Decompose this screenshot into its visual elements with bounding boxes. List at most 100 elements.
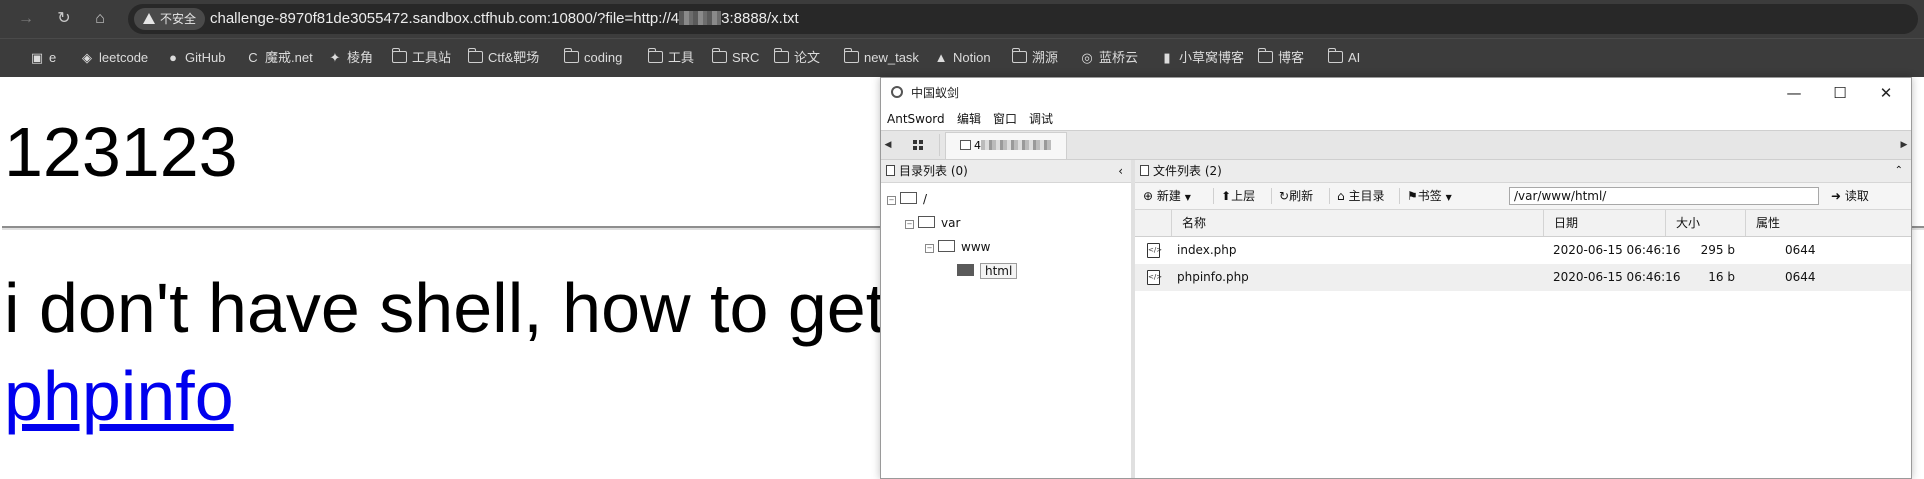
- tab-bar: ◀ 4 ▶: [881, 130, 1911, 160]
- window-titlebar[interactable]: 中国蚁剑 — ☐ ✕: [881, 78, 1911, 108]
- folder-icon: [1011, 48, 1027, 63]
- file-size: 295 b: [1700, 243, 1735, 257]
- collapse-icon[interactable]: −: [925, 244, 934, 253]
- folder-icon: [900, 192, 917, 204]
- maximize-icon[interactable]: ☐: [1817, 78, 1863, 108]
- c-icon: C: [248, 50, 258, 65]
- tab-scroll-left-icon[interactable]: ◀: [881, 131, 895, 159]
- folder-icon: [960, 140, 971, 150]
- file-grid-header: 名称 日期 大小 属性: [1135, 210, 1911, 237]
- collapse-icon[interactable]: −: [887, 196, 896, 205]
- cloud-icon: ◎: [1081, 50, 1093, 65]
- star-icon: ✦: [329, 50, 341, 65]
- list-icon: [886, 165, 895, 176]
- phpinfo-link[interactable]: phpinfo: [4, 356, 234, 436]
- minimize-icon[interactable]: —: [1771, 78, 1817, 108]
- redacted-ip: [679, 11, 722, 25]
- bookmark-item[interactable]: coding: [563, 39, 622, 76]
- new-button[interactable]: ⊕ 新建 ▼: [1143, 183, 1191, 211]
- file-list-icon: [1140, 165, 1149, 176]
- file-toolbar: ⊕ 新建 ▼ ⬆上层 ↻刷新 ⌂ 主目录 ⚑书签 ▼ ➜ 读取: [1135, 183, 1911, 210]
- folder-icon: [1257, 48, 1273, 63]
- folder-icon: [1327, 48, 1343, 63]
- bookmark-item[interactable]: ▮ 小草窝博客: [1160, 39, 1244, 76]
- bookmark-icon: ⚑: [1407, 189, 1418, 203]
- plus-circle-icon: ⊕: [1143, 189, 1154, 203]
- address-bar[interactable]: 不安全 challenge-8970f81de3055472.sandbox.c…: [128, 4, 1918, 34]
- column-size[interactable]: 大小: [1665, 210, 1745, 236]
- folder-icon: [843, 48, 859, 63]
- folder-icon: [918, 216, 935, 228]
- file-row[interactable]: </> index.php 2020-06-15 06:46:16 295 b …: [1135, 237, 1911, 264]
- redacted-host: [981, 140, 1051, 150]
- tab-host[interactable]: 4: [945, 132, 1067, 159]
- column-date[interactable]: 日期: [1543, 210, 1665, 236]
- file-perm: 0644: [1785, 243, 1816, 257]
- blog-icon: ▮: [1163, 50, 1171, 65]
- collapse-left-icon[interactable]: ‹: [1118, 160, 1123, 182]
- separator: [1399, 188, 1400, 204]
- bookmark-item[interactable]: 工具: [647, 39, 694, 76]
- tree-node-var[interactable]: − var: [905, 214, 960, 232]
- folder-icon: [938, 240, 955, 252]
- tab-scroll-right-icon[interactable]: ▶: [1897, 131, 1911, 159]
- bookmark-item[interactable]: AI: [1327, 39, 1360, 76]
- read-button[interactable]: ➜ 读取: [1831, 183, 1869, 209]
- up-button[interactable]: ⬆上层: [1221, 183, 1255, 209]
- column-name[interactable]: 名称: [1171, 210, 1543, 236]
- bookmark-item[interactable]: 溯源: [1011, 39, 1058, 76]
- bookmark-button[interactable]: ⚑书签 ▼: [1407, 183, 1452, 211]
- folder-icon: [647, 48, 663, 63]
- bookmark-item[interactable]: C 魔戒.net: [246, 39, 312, 76]
- app-icon: ▣: [30, 50, 44, 65]
- refresh-icon: ↻: [1279, 189, 1290, 203]
- window-title: 中国蚁剑: [911, 86, 960, 100]
- bookmark-item[interactable]: new_task: [843, 39, 919, 76]
- directory-pane-header: 目录列表 (0) ‹: [881, 160, 1131, 183]
- collapse-up-icon[interactable]: ⌃: [1895, 160, 1903, 182]
- bookmark-item[interactable]: 工具站: [391, 39, 451, 76]
- bookmark-item[interactable]: ▣ e: [30, 39, 56, 76]
- close-icon[interactable]: ✕: [1863, 78, 1909, 108]
- file-date: 2020-06-15 06:46:16: [1553, 270, 1681, 284]
- bookmark-item[interactable]: ✦ 棱角: [328, 39, 373, 76]
- column-perm[interactable]: 属性: [1745, 210, 1911, 236]
- menubar: AntSword 编辑 窗口 调试: [881, 108, 1911, 130]
- tab-home[interactable]: [899, 134, 940, 156]
- github-icon: ●: [169, 50, 177, 65]
- tree-node-www[interactable]: − www: [925, 238, 990, 256]
- reload-icon[interactable]: ↻: [52, 7, 76, 31]
- folder-icon: [773, 48, 789, 63]
- menu-debug[interactable]: 调试: [1029, 108, 1053, 130]
- security-chip[interactable]: 不安全: [134, 8, 206, 30]
- home-dir-button[interactable]: ⌂ 主目录: [1337, 183, 1384, 209]
- bookmark-item[interactable]: ◈ leetcode: [80, 39, 148, 76]
- tree-node-root[interactable]: − /: [887, 190, 927, 208]
- file-row[interactable]: </> phpinfo.php 2020-06-15 06:46:16 16 b…: [1135, 264, 1911, 291]
- caret-down-icon: ▼: [1445, 193, 1452, 202]
- file-date: 2020-06-15 06:46:16: [1553, 243, 1681, 257]
- menu-edit[interactable]: 编辑: [957, 108, 981, 130]
- folder-icon: [467, 48, 483, 63]
- menu-window[interactable]: 窗口: [993, 108, 1017, 130]
- grid-icon: [913, 140, 923, 150]
- bookmark-item[interactable]: ▲ Notion: [934, 39, 991, 76]
- bookmark-item[interactable]: Ctf&靶场: [467, 39, 539, 76]
- bookmark-item[interactable]: SRC: [711, 39, 759, 76]
- forward-icon[interactable]: →: [14, 7, 38, 31]
- tree-node-html[interactable]: html: [957, 262, 1018, 280]
- arrow-up-icon: ⬆: [1221, 189, 1232, 203]
- folder-icon: [711, 48, 727, 63]
- bookmark-item[interactable]: 博客: [1257, 39, 1304, 76]
- bookmark-item[interactable]: ◎ 蓝桥云: [1080, 39, 1138, 76]
- path-input[interactable]: [1509, 187, 1819, 205]
- php-file-icon: </>: [1147, 270, 1162, 285]
- home-icon[interactable]: ⌂: [88, 7, 112, 31]
- collapse-icon[interactable]: −: [905, 220, 914, 229]
- separator: [1329, 188, 1330, 204]
- bookmark-item[interactable]: ● GitHub: [166, 39, 225, 76]
- url-text[interactable]: challenge-8970f81de3055472.sandbox.ctfhu…: [210, 4, 799, 34]
- refresh-button[interactable]: ↻刷新: [1279, 183, 1313, 209]
- bookmark-item[interactable]: 论文: [773, 39, 820, 76]
- menu-antsword[interactable]: AntSword: [887, 108, 945, 130]
